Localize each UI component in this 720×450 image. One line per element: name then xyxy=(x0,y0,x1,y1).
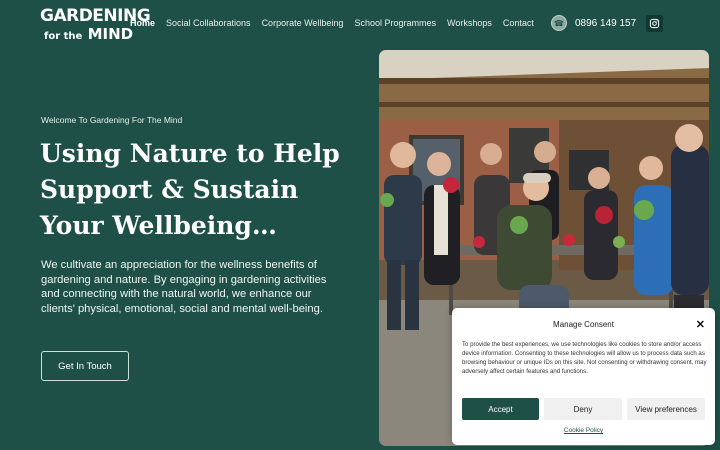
nav-item-social-collaborations[interactable]: Social Collaborations xyxy=(166,18,251,28)
deny-button[interactable]: Deny xyxy=(544,398,622,420)
site-logo[interactable]: GARDENING for the MIND xyxy=(40,6,151,44)
logo-text-mind: MIND xyxy=(87,25,134,43)
hero-welcome-text: Welcome To Gardening For The Mind xyxy=(41,115,183,125)
hero-headline-line-3: Your Wellbeing… xyxy=(40,211,277,240)
instagram-icon xyxy=(649,18,660,29)
nav-item-contact[interactable]: Contact xyxy=(503,18,534,28)
consent-description: To provide the best experiences, we use … xyxy=(462,341,707,375)
cookie-consent-dialog: Manage Consent ✕ To provide the best exp… xyxy=(452,308,715,445)
logo-text-for-the: for the xyxy=(44,31,83,42)
view-preferences-button[interactable]: View preferences xyxy=(627,398,705,420)
cookie-policy-link[interactable]: Cookie Policy xyxy=(452,427,715,434)
phone-icon: ☎ xyxy=(551,15,567,31)
hero-headline: Using Nature to Help Support & Sustain Y… xyxy=(40,136,360,244)
hero-description: We cultivate an appreciation for the wel… xyxy=(41,259,327,315)
close-icon[interactable]: ✕ xyxy=(696,318,705,331)
instagram-button[interactable] xyxy=(646,15,663,32)
nav-item-home[interactable]: Home xyxy=(130,18,155,28)
hero-headline-line-2: Support & Sustain xyxy=(40,175,299,204)
phone-contact[interactable]: ☎ 0896 149 157 xyxy=(551,15,636,31)
accept-button[interactable]: Accept xyxy=(462,398,539,420)
phone-number: 0896 149 157 xyxy=(575,17,637,29)
get-in-touch-button[interactable]: Get In Touch xyxy=(41,351,129,381)
hero-headline-line-1: Using Nature to Help xyxy=(40,139,340,168)
consent-title: Manage Consent xyxy=(553,320,614,329)
logo-text-for-the-mind: for the MIND xyxy=(44,25,133,43)
main-nav: Home Social Collaborations Corporate Wel… xyxy=(130,18,545,28)
nav-item-workshops[interactable]: Workshops xyxy=(447,18,492,28)
nav-item-corporate-wellbeing[interactable]: Corporate Wellbeing xyxy=(262,18,344,28)
nav-item-school-programmes[interactable]: School Programmes xyxy=(354,18,436,28)
